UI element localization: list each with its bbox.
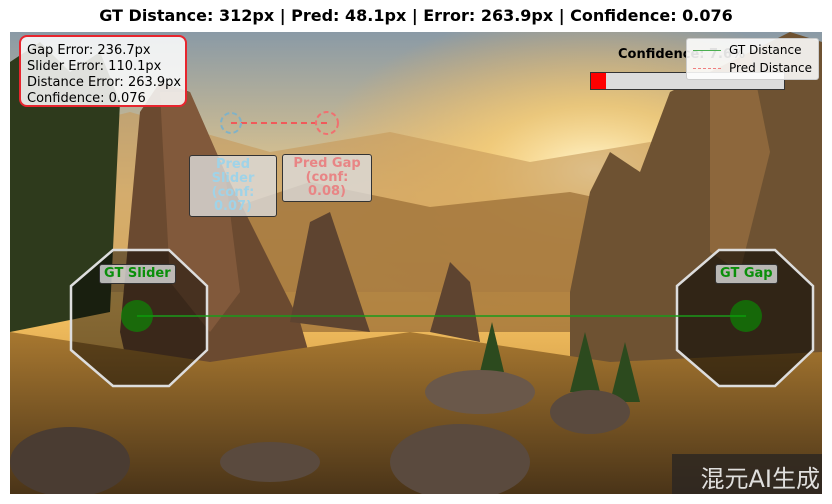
pred-gap-label-conf: (conf: 0.08) <box>305 170 349 199</box>
gt-gap-marker <box>730 300 762 332</box>
pred-slider-label-title: Pred Slider <box>211 157 255 186</box>
legend: GT Distance Pred Distance <box>686 38 819 80</box>
plot-title: GT Distance: 312px | Pred: 48.1px | Erro… <box>99 6 733 25</box>
confidence-text: Confidence: 0.076 <box>27 91 146 106</box>
legend-item-pred: Pred Distance <box>687 61 812 75</box>
pred-slider-label: Pred Slider (conf: 0.07) <box>189 155 277 217</box>
legend-swatch-gt <box>693 49 721 51</box>
watermark-text: 混元AI生成 <box>700 465 821 493</box>
captcha-image-panel: Gap Error: 236.7px Slider Error: 110.1px… <box>10 32 822 494</box>
metrics-box: Gap Error: 236.7px Slider Error: 110.1px… <box>19 35 187 107</box>
gt-slider-marker <box>121 300 153 332</box>
gap-error-text: Gap Error: 236.7px <box>27 43 151 58</box>
legend-swatch-pred <box>693 67 721 69</box>
gt-slider-label: GT Slider <box>99 264 176 284</box>
legend-label-pred: Pred Distance <box>729 61 812 75</box>
slider-error-text: Slider Error: 110.1px <box>27 59 162 74</box>
distance-error-text: Distance Error: 263.9px <box>27 75 182 90</box>
legend-item-gt: GT Distance <box>687 43 802 57</box>
pred-slider-label-conf: (conf: 0.07) <box>211 185 255 214</box>
legend-label-gt: GT Distance <box>729 43 802 57</box>
gt-gap-label: GT Gap <box>715 264 778 284</box>
confidence-meter-fill <box>591 73 606 89</box>
pred-gap-label: Pred Gap (conf: 0.08) <box>282 154 372 202</box>
pred-gap-label-title: Pred Gap <box>293 156 361 171</box>
